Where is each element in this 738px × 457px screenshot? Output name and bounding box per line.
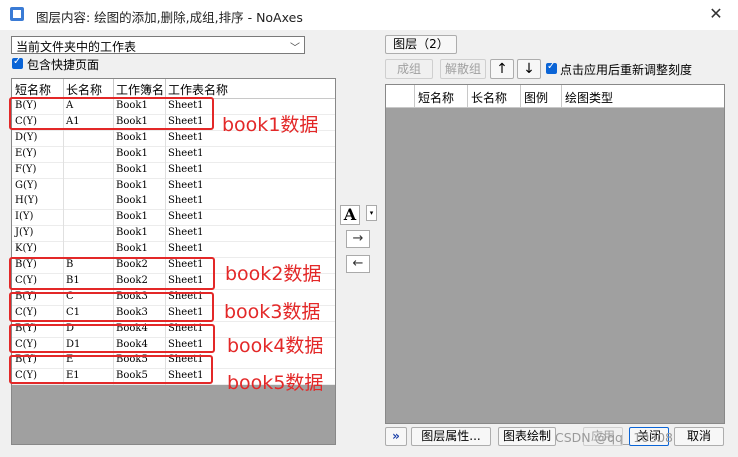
book1-annotation: book1数据 xyxy=(222,114,319,136)
table-cell: Book1 xyxy=(116,195,148,207)
table-cell: D(Y) xyxy=(15,131,38,143)
col-book-name[interactable]: 工作簿名 xyxy=(116,81,164,98)
layer-plot-list-header: 短名称 长名称 图例 绘图类型 xyxy=(386,85,724,108)
chevron-down-icon: ﹀ xyxy=(290,43,300,54)
table-cell: Sheet1 xyxy=(168,227,204,239)
include-shortcut-checkbox[interactable] xyxy=(12,56,23,69)
app-icon xyxy=(10,7,24,21)
table-cell: K(Y) xyxy=(15,243,37,255)
title-bar: 图层内容: 绘图的添加,删除,成组,排序 - NoAxes ✕ xyxy=(0,0,738,30)
table-cell: Book1 xyxy=(116,163,148,175)
close-icon[interactable]: ✕ xyxy=(706,3,726,25)
table-cell: I(Y) xyxy=(15,211,34,223)
table-row[interactable]: J(Y) Book1 Sheet1 xyxy=(12,226,335,243)
table-row[interactable]: E(Y) Book1 Sheet1 xyxy=(12,146,335,163)
col-sheet-name[interactable]: 工作表名称 xyxy=(168,81,228,98)
move-down-button[interactable]: ↓ xyxy=(517,59,541,79)
book5-highlight xyxy=(9,355,213,384)
book2-highlight xyxy=(9,257,215,290)
source-dropdown-value: 当前文件夹中的工作表 xyxy=(16,40,137,54)
table-row[interactable]: I(Y) Book1 Sheet1 xyxy=(12,210,335,227)
table-cell: Sheet1 xyxy=(168,147,204,159)
book2-annotation: book2数据 xyxy=(225,263,322,285)
col-plot-type[interactable]: 绘图类型 xyxy=(565,89,613,106)
table-cell: Sheet1 xyxy=(168,243,204,255)
text-format-dropdown-icon[interactable]: ▾ xyxy=(366,205,377,221)
table-cell: F(Y) xyxy=(15,163,37,175)
window-title: 图层内容: 绘图的添加,删除,成组,排序 - NoAxes xyxy=(36,10,303,25)
book3-highlight xyxy=(9,292,214,322)
col-long-name[interactable]: 长名称 xyxy=(66,81,102,98)
table-cell: Book1 xyxy=(116,227,148,239)
table-row[interactable]: F(Y) Book1 Sheet1 xyxy=(12,162,335,179)
col-legend[interactable]: 图例 xyxy=(524,89,548,106)
source-dropdown[interactable]: 当前文件夹中的工作表 ﹀ xyxy=(11,36,305,54)
book4-annotation: book4数据 xyxy=(227,335,324,357)
rescale-checkbox[interactable] xyxy=(546,61,557,74)
table-cell: Sheet1 xyxy=(168,211,204,223)
watermark: CSDN @qq_ 10308 xyxy=(555,430,673,445)
table-cell: Book1 xyxy=(116,147,148,159)
table-cell: E(Y) xyxy=(15,147,37,159)
table-row[interactable]: G(Y) Book1 Sheet1 xyxy=(12,178,335,195)
expand-button[interactable]: » xyxy=(385,427,407,446)
add-to-layer-button[interactable]: → xyxy=(346,230,370,248)
table-cell: Sheet1 xyxy=(168,179,204,191)
table-cell: Book1 xyxy=(116,131,148,143)
table-cell: Sheet1 xyxy=(168,131,204,143)
cancel-button[interactable]: 取消 xyxy=(674,427,724,446)
group-button[interactable]: 成组 xyxy=(385,59,433,79)
rescale-label: 点击应用后重新调整刻度 xyxy=(560,63,693,77)
book4-highlight xyxy=(9,324,215,353)
worksheet-list-header: 短名称 长名称 工作簿名 工作表名称 xyxy=(12,79,335,99)
remove-from-layer-button[interactable]: ← xyxy=(346,255,370,273)
col-short-name[interactable]: 短名称 xyxy=(15,81,51,98)
include-shortcut-label: 包含快捷页面 xyxy=(27,58,100,72)
table-cell: Sheet1 xyxy=(168,195,204,207)
table-cell: Book1 xyxy=(116,211,148,223)
table-cell: J(Y) xyxy=(15,227,34,239)
table-cell: Book1 xyxy=(116,243,148,255)
book3-annotation: book3数据 xyxy=(224,301,321,323)
book1-highlight xyxy=(9,97,214,130)
table-row[interactable]: K(Y) Book1 Sheet1 xyxy=(12,242,335,259)
col-long-name[interactable]: 长名称 xyxy=(471,89,507,106)
plot-button[interactable]: 图表绘制 xyxy=(498,427,556,446)
book5-annotation: book5数据 xyxy=(227,372,324,394)
col-short-name[interactable]: 短名称 xyxy=(418,89,454,106)
table-cell: H(Y) xyxy=(15,195,39,207)
ungroup-button[interactable]: 解散组 xyxy=(440,59,486,79)
table-cell: G(Y) xyxy=(15,179,38,191)
table-cell: Sheet1 xyxy=(168,163,204,175)
tab-layer[interactable]: 图层（2） xyxy=(385,35,457,54)
table-row[interactable]: H(Y) Book1 Sheet1 xyxy=(12,194,335,211)
layer-plot-list[interactable]: 短名称 长名称 图例 绘图类型 xyxy=(385,84,725,424)
text-format-button[interactable]: A xyxy=(340,205,360,225)
move-up-button[interactable]: ↑ xyxy=(490,59,514,79)
table-cell: Book1 xyxy=(116,179,148,191)
layer-properties-button[interactable]: 图层属性... xyxy=(411,427,491,446)
